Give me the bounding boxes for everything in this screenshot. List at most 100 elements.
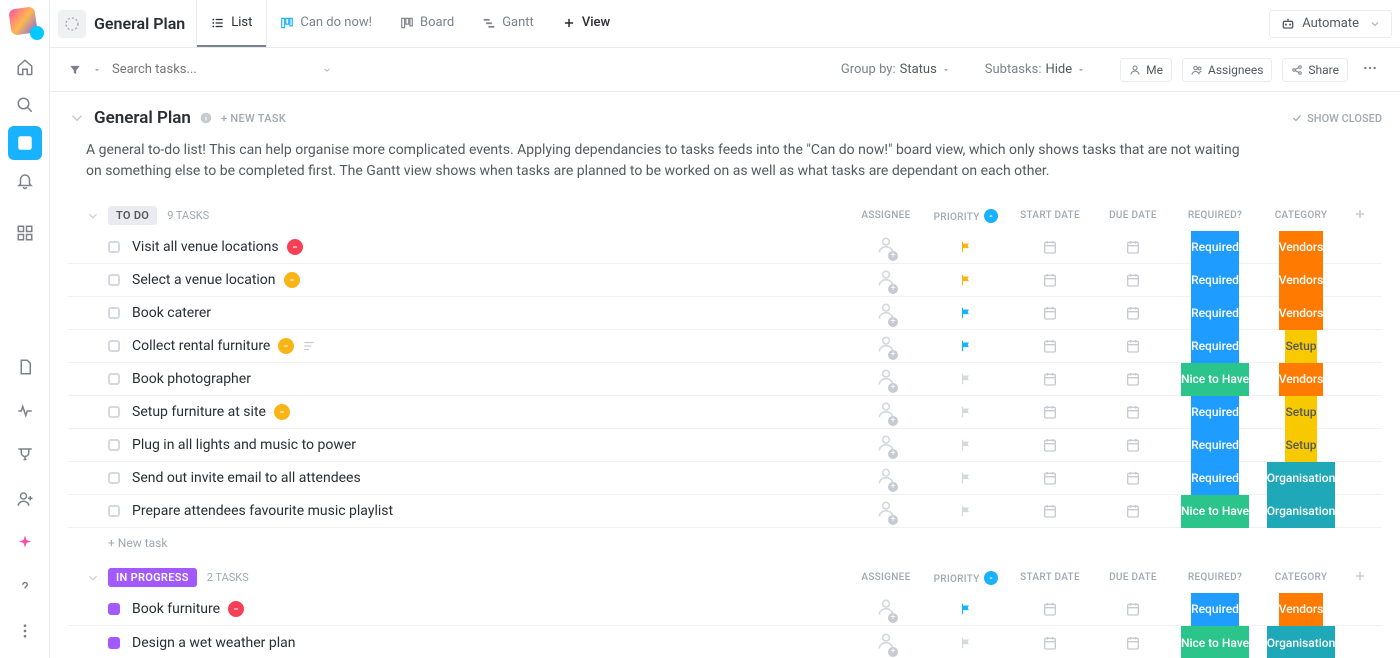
- filter-icon[interactable]: [68, 63, 82, 77]
- category-tag[interactable]: Setup: [1285, 330, 1316, 363]
- content-scroll[interactable]: General Plan + NEW TASK SHOW CLOSED A ge…: [50, 92, 1400, 658]
- new-task-row[interactable]: + New task: [68, 528, 1382, 550]
- category-tag[interactable]: Vendors: [1279, 297, 1324, 330]
- show-closed-toggle[interactable]: SHOW CLOSED: [1291, 112, 1382, 125]
- nav-invite[interactable]: [8, 482, 42, 516]
- nav-apps[interactable]: [8, 216, 42, 250]
- task-row[interactable]: Send out invite email to all attendeesRe…: [68, 462, 1382, 495]
- required-tag[interactable]: Required: [1191, 593, 1239, 626]
- task-status-toggle[interactable]: [108, 472, 120, 484]
- category-tag[interactable]: Vendors: [1279, 363, 1324, 396]
- subtasks-select[interactable]: Subtasks: Hide: [985, 62, 1086, 77]
- priority-cell[interactable]: [926, 306, 1006, 320]
- required-tag[interactable]: Required: [1191, 264, 1239, 297]
- task-row[interactable]: Collect rental furniture Required Setup: [68, 330, 1382, 363]
- nav-search[interactable]: [8, 88, 42, 122]
- search-chevron-icon[interactable]: [322, 65, 332, 75]
- task-status-toggle[interactable]: [108, 274, 120, 286]
- task-title[interactable]: Select a venue location: [132, 272, 276, 288]
- required-tag[interactable]: Required: [1191, 396, 1239, 429]
- add-column-button[interactable]: [1344, 569, 1376, 586]
- breadcrumb-title[interactable]: General Plan: [94, 14, 185, 33]
- tab-board[interactable]: Board: [386, 0, 468, 47]
- list-title[interactable]: General Plan: [94, 108, 191, 128]
- tab-gantt[interactable]: Gantt: [468, 0, 548, 47]
- start-date-cell[interactable]: [1006, 404, 1094, 420]
- col-required[interactable]: REQUIRED?: [1172, 572, 1258, 583]
- caret-down-icon[interactable]: [92, 65, 102, 75]
- col-priority[interactable]: PRIORITY: [926, 209, 1006, 223]
- task-row[interactable]: Visit all venue locationsRequiredVendors: [68, 231, 1382, 264]
- required-tag[interactable]: Nice to Have: [1181, 363, 1249, 396]
- priority-cell[interactable]: [926, 405, 1006, 419]
- start-date-cell[interactable]: [1006, 601, 1094, 617]
- required-tag[interactable]: Required: [1191, 297, 1239, 330]
- due-date-cell[interactable]: [1094, 371, 1172, 387]
- col-required[interactable]: REQUIRED?: [1172, 210, 1258, 221]
- nav-goals[interactable]: [8, 438, 42, 472]
- col-start-date[interactable]: START DATE: [1006, 210, 1094, 221]
- col-assignee[interactable]: ASSIGNEE: [846, 572, 926, 583]
- assignee-cell[interactable]: [846, 334, 926, 358]
- due-date-cell[interactable]: [1094, 437, 1172, 453]
- priority-cell[interactable]: [926, 636, 1006, 650]
- task-row[interactable]: Design a wet weather planNice to HaveOrg…: [68, 626, 1382, 658]
- task-status-toggle[interactable]: [108, 373, 120, 385]
- add-view-button[interactable]: View: [548, 15, 624, 32]
- task-status-toggle[interactable]: [108, 603, 120, 615]
- col-start-date[interactable]: START DATE: [1006, 572, 1094, 583]
- col-priority[interactable]: PRIORITY: [926, 571, 1006, 585]
- status-badge[interactable]: IN PROGRESS: [108, 568, 197, 587]
- col-category[interactable]: CATEGORY: [1258, 210, 1344, 221]
- start-date-cell[interactable]: [1006, 272, 1094, 288]
- required-tag[interactable]: Required: [1191, 462, 1239, 495]
- assignee-cell[interactable]: [846, 466, 926, 490]
- start-date-cell[interactable]: [1006, 437, 1094, 453]
- category-tag[interactable]: Setup: [1285, 396, 1316, 429]
- assignees-filter-button[interactable]: Assignees: [1182, 58, 1272, 82]
- required-tag[interactable]: Required: [1191, 429, 1239, 462]
- task-status-toggle[interactable]: [108, 307, 120, 319]
- nav-notifications[interactable]: [8, 164, 42, 198]
- nav-pulse[interactable]: [8, 394, 42, 428]
- priority-cell[interactable]: [926, 602, 1006, 616]
- priority-cell[interactable]: [926, 240, 1006, 254]
- assignee-cell[interactable]: [846, 268, 926, 292]
- status-badge[interactable]: TO DO: [108, 206, 157, 225]
- task-row[interactable]: Prepare attendees favourite music playli…: [68, 495, 1382, 528]
- task-row[interactable]: Plug in all lights and music to power Req…: [68, 429, 1382, 462]
- tab-can-do-now-[interactable]: Can do now!: [266, 0, 386, 47]
- nav-more[interactable]: [8, 614, 42, 648]
- add-column-button[interactable]: [1344, 207, 1376, 224]
- start-date-cell[interactable]: [1006, 305, 1094, 321]
- task-status-toggle[interactable]: [108, 241, 120, 253]
- task-row[interactable]: Select a venue locationRequiredVendors: [68, 264, 1382, 297]
- due-date-cell[interactable]: [1094, 272, 1172, 288]
- due-date-cell[interactable]: [1094, 239, 1172, 255]
- search-input[interactable]: [112, 62, 252, 77]
- start-date-cell[interactable]: [1006, 371, 1094, 387]
- collapse-group-icon[interactable]: [86, 571, 100, 585]
- task-title[interactable]: Plug in all lights and music to power: [132, 437, 356, 453]
- collapse-group-icon[interactable]: [86, 209, 100, 223]
- priority-cell[interactable]: [926, 339, 1006, 353]
- nav-help[interactable]: [8, 570, 42, 604]
- start-date-cell[interactable]: [1006, 503, 1094, 519]
- start-date-cell[interactable]: [1006, 338, 1094, 354]
- required-tag[interactable]: Required: [1191, 330, 1239, 363]
- new-task-button[interactable]: + NEW TASK: [221, 112, 286, 125]
- nav-home[interactable]: [8, 50, 42, 84]
- due-date-cell[interactable]: [1094, 635, 1172, 651]
- task-title[interactable]: Collect rental furniture: [132, 338, 270, 354]
- category-tag[interactable]: Setup: [1285, 429, 1316, 462]
- required-tag[interactable]: Nice to Have: [1181, 626, 1249, 658]
- due-date-cell[interactable]: [1094, 305, 1172, 321]
- priority-cell[interactable]: [926, 438, 1006, 452]
- category-tag[interactable]: Organisation: [1267, 495, 1336, 528]
- priority-cell[interactable]: [926, 471, 1006, 485]
- start-date-cell[interactable]: [1006, 470, 1094, 486]
- task-row[interactable]: Setup furniture at siteRequiredSetup: [68, 396, 1382, 429]
- me-filter-button[interactable]: Me: [1120, 58, 1172, 82]
- task-title[interactable]: Book caterer: [132, 305, 211, 321]
- assignee-cell[interactable]: [846, 235, 926, 259]
